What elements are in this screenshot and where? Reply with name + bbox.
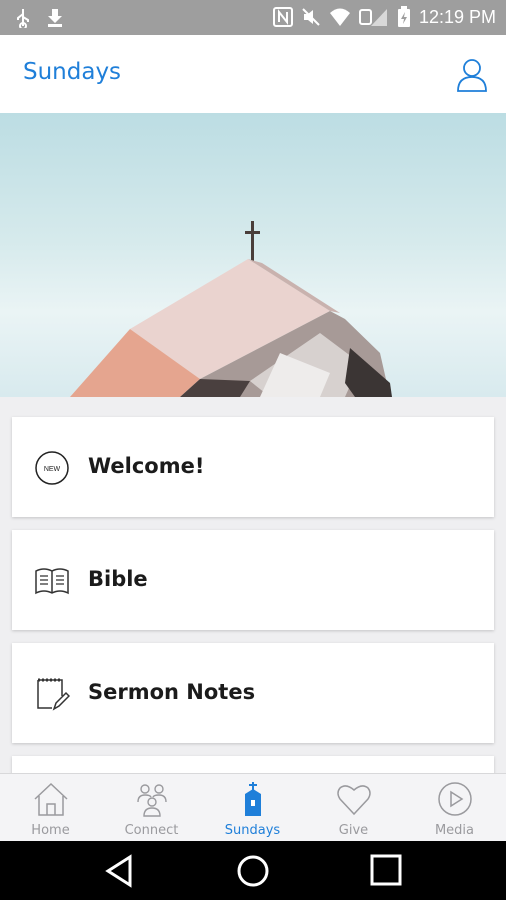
tab-media[interactable]: Media [404, 774, 505, 842]
home-circle-icon[interactable] [233, 853, 273, 889]
card-label: Bible [88, 567, 148, 591]
system-nav-bar [0, 841, 506, 900]
tab-label: Media [434, 823, 475, 838]
card-label: Sermon Notes [88, 680, 256, 704]
house-icon [33, 782, 68, 816]
church-icon [244, 782, 261, 816]
status-time: 12:19 PM [418, 6, 496, 27]
download-icon [48, 9, 62, 27]
tab-sundays[interactable]: Sundays [202, 774, 303, 842]
usb-icon [17, 9, 29, 28]
card-label: Welcome! [88, 454, 205, 478]
back-icon[interactable] [100, 853, 140, 889]
nfc-icon [272, 7, 293, 27]
tab-label: Sundays [224, 823, 281, 838]
sundays-list: NEW Welcome! Bible Sermon Notes [0, 397, 506, 773]
tab-home[interactable]: Home [0, 774, 101, 842]
tab-label: Connect [124, 823, 179, 838]
heart-icon [336, 785, 371, 816]
tab-label: Give [338, 823, 369, 838]
status-bar: 12:19 PM [0, 0, 506, 35]
church-rooftop-illustration [70, 221, 392, 397]
svg-text:NEW: NEW [44, 466, 61, 473]
card-welcome[interactable]: NEW Welcome! [12, 417, 494, 517]
people-icon [136, 784, 167, 817]
bottom-tab-bar: Home Connect Sundays Give Media [0, 773, 506, 842]
hero-image [0, 113, 506, 397]
page-title: Sundays [23, 59, 122, 85]
signal-icon [358, 9, 387, 26]
wifi-icon [329, 8, 350, 26]
mute-icon [302, 8, 320, 26]
play-circle-icon [437, 782, 472, 816]
tab-connect[interactable]: Connect [101, 774, 202, 842]
user-icon[interactable] [456, 58, 488, 92]
card-next[interactable] [12, 756, 494, 773]
open-book-icon [35, 568, 69, 595]
card-sermon-notes[interactable]: Sermon Notes [12, 643, 494, 743]
app-header: Sundays [0, 35, 506, 113]
notepad-pencil-icon [37, 678, 70, 711]
recents-icon[interactable] [366, 853, 406, 889]
tab-give[interactable]: Give [303, 774, 404, 842]
card-bible[interactable]: Bible [12, 530, 494, 630]
new-badge-icon: NEW [35, 451, 69, 485]
battery-icon [397, 6, 410, 27]
tab-label: Home [31, 823, 70, 838]
